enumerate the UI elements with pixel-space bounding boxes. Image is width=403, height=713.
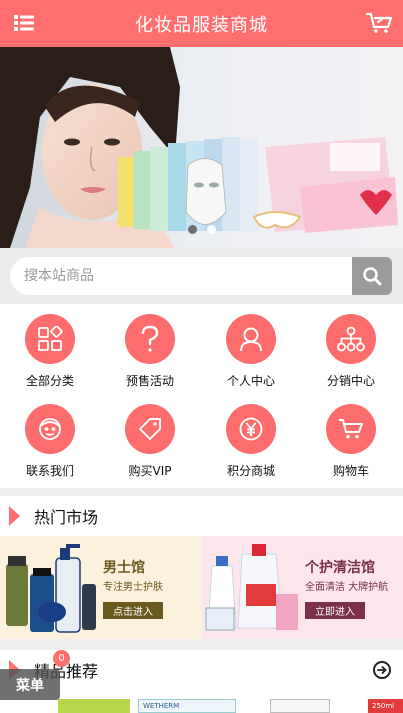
app-header: 化妆品服装商城 [0, 0, 403, 47]
cleaning-products-image [205, 544, 298, 631]
nav-label: 购买VIP [128, 464, 172, 478]
mens-products-image [6, 544, 96, 633]
nav-label: 全部分类 [25, 374, 74, 388]
promo-subtitle: 全面清洁 大牌护航 [305, 582, 389, 593]
promo-banner[interactable] [0, 47, 403, 248]
search-icon [363, 267, 382, 286]
section-title: 热门市场 [34, 508, 99, 527]
list-menu-icon[interactable] [10, 9, 38, 37]
product-thumb[interactable] [58, 699, 130, 713]
face-contact-icon [25, 404, 75, 454]
nav-label: 联系我们 [25, 464, 74, 478]
product-thumb[interactable]: 250ml [368, 699, 403, 713]
nav-label: 积分商城 [226, 464, 275, 478]
nav-presale[interactable]: 预售活动 [100, 314, 200, 389]
product-thumb-label: 250ml [372, 702, 395, 710]
person-icon [226, 314, 276, 364]
product-thumb[interactable] [270, 699, 330, 713]
nav-label: 购物车 [332, 464, 369, 478]
promo-personal-care-hall[interactable]: 个护清洁馆 全面清洁 大牌护航 立即进入 [202, 536, 403, 639]
menu-badge: 0 [53, 650, 70, 667]
search-input[interactable] [10, 257, 352, 295]
feature-grid: 全部分类 预售活动 个人中心 分销中心 联系我们 购买VIP 积分商城 购物车 [0, 304, 403, 488]
network-share-icon [326, 314, 376, 364]
section-flag-icon [9, 506, 20, 526]
yen-coin-icon [226, 404, 276, 454]
nav-cart[interactable]: 购物车 [301, 404, 401, 479]
search-button[interactable] [352, 257, 392, 295]
cart-icon [326, 404, 376, 454]
page-title: 化妆品服装商城 [135, 14, 268, 36]
menu-button[interactable]: 菜单 [0, 669, 60, 700]
tag-icon [125, 404, 175, 454]
page: 化妆品服装商城 搜本站商品 全部分类 预售活动 个人中心 分销中心 联系我们 购… [0, 0, 403, 713]
nav-buy-vip[interactable]: 购买VIP [100, 404, 200, 479]
promo-subtitle: 专注男士护肤 [103, 582, 163, 593]
nav-points-mall[interactable]: 积分商城 [201, 404, 301, 479]
product-thumb[interactable]: WETHERM [138, 699, 236, 713]
featured-products-strip: WETHERM 250ml [0, 690, 403, 713]
promo-enter-button[interactable]: 点击进入 [103, 602, 163, 619]
nav-profile[interactable]: 个人中心 [201, 314, 301, 389]
banner-dot[interactable] [206, 225, 216, 234]
floating-menu: 菜单 0 [0, 650, 70, 700]
question-mark-icon [125, 314, 175, 364]
promo-title: 男士馆 [103, 560, 145, 576]
nav-label: 分销中心 [326, 374, 375, 388]
search-box [10, 257, 392, 295]
banner-image [0, 47, 403, 248]
shopping-cart-icon[interactable] [365, 9, 393, 37]
nav-all-categories[interactable]: 全部分类 [0, 314, 100, 389]
promo-enter-button[interactable]: 立即进入 [305, 602, 365, 619]
category-grid-icon [25, 314, 75, 364]
nav-label: 预售活动 [125, 374, 174, 388]
nav-contact-us[interactable]: 联系我们 [0, 404, 100, 479]
banner-pagination [0, 225, 403, 234]
promo-mens-hall[interactable]: 男士馆 专注男士护肤 点击进入 [0, 536, 201, 639]
hot-market-header: 热门市场 [0, 496, 403, 536]
search-bar [0, 248, 403, 304]
arrow-right-icon[interactable] [373, 661, 391, 679]
promo-title: 个护清洁馆 [305, 560, 375, 576]
nav-label: 个人中心 [226, 374, 275, 388]
nav-distribution[interactable]: 分销中心 [301, 314, 401, 389]
banner-dot-active[interactable] [187, 225, 197, 234]
product-thumb-label: WETHERM [143, 702, 180, 710]
